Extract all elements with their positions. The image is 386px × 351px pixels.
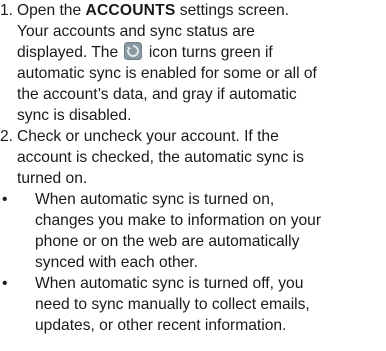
step-1-line-5: the account’s data, and gray if automati…: [17, 86, 297, 103]
step-1-line-4: automatic sync is enabled for some or al…: [17, 65, 317, 82]
bullet-1-line-4: synced with each other.: [35, 254, 198, 271]
instruction-document: 1. Open the ACCOUNTS settings screen. Yo…: [0, 0, 386, 336]
step-2-line-1: Check or uncheck your account. If the: [17, 128, 279, 145]
step-number: 2.: [0, 128, 14, 145]
accounts-keyword: ACCOUNTS: [85, 2, 176, 19]
bullet-marker: •: [2, 275, 8, 292]
bullet-sync-off: • When automatic sync is turned off, you…: [0, 273, 386, 336]
bullet-marker: •: [2, 191, 8, 208]
bullet-1-line-2: changes you make to information on your: [35, 212, 322, 229]
step-1-line-1: Open the ACCOUNTS settings screen.: [17, 2, 290, 19]
bullet-2-line-1: When automatic sync is turned off, you: [35, 275, 304, 292]
step-2: 2. Check or uncheck your account. If the…: [0, 126, 386, 189]
bullet-sync-on: • When automatic sync is turned on, chan…: [0, 189, 386, 273]
bullet-1-line-1: When automatic sync is turned on,: [35, 191, 275, 208]
step-2-line-3: turned on.: [17, 170, 88, 187]
step-number: 1.: [0, 2, 14, 19]
step-2-line-2: account is checked, the automatic sync i…: [17, 149, 304, 166]
step-1: 1. Open the ACCOUNTS settings screen. Yo…: [0, 0, 386, 126]
step-1-line-2: Your accounts and sync status are: [17, 23, 255, 40]
step-1-line-6: sync is disabled.: [17, 107, 132, 124]
bullet-1-line-3: phone or on the web are automatically: [35, 233, 300, 250]
bullet-2-line-2: need to sync manually to collect emails,: [35, 296, 310, 313]
step-1-line-3: displayed. The icon turns green if: [17, 42, 273, 61]
bullet-2-line-3: updates, or other recent information.: [35, 317, 287, 334]
sync-status-icon: [124, 42, 143, 60]
